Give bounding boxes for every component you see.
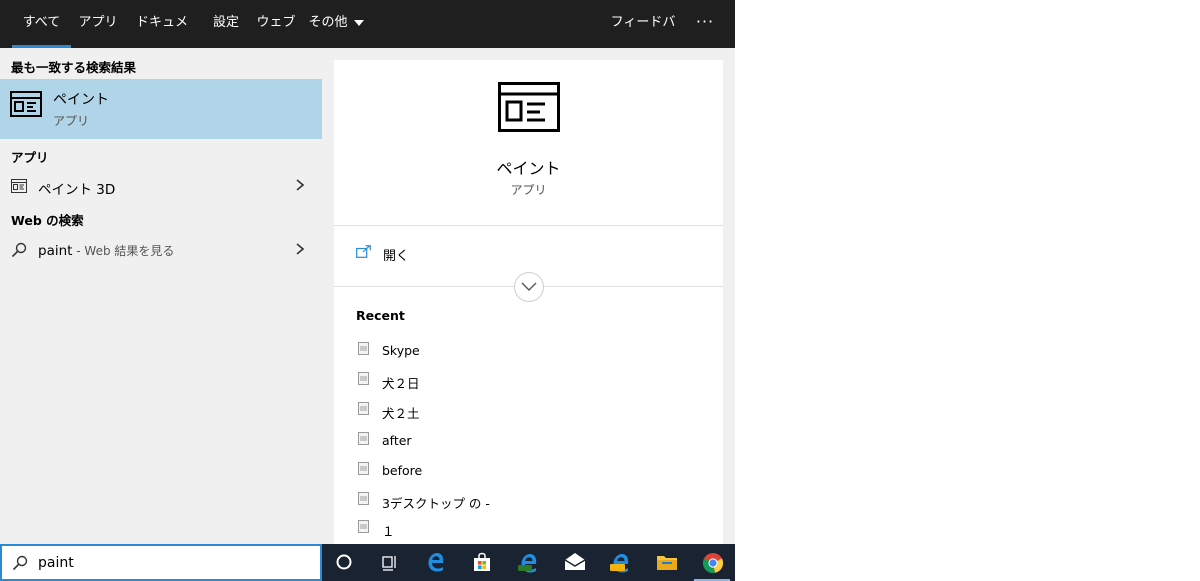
recent-item-label: after — [382, 433, 412, 448]
image-file-icon — [358, 372, 369, 385]
task-view-icon — [382, 556, 396, 571]
open-external-icon — [356, 245, 371, 258]
recent-item[interactable]: 犬２土 — [334, 398, 723, 426]
best-match-item[interactable]: ペイント アプリ — [0, 79, 322, 139]
recent-item-label: 犬２土 — [382, 406, 420, 421]
recent-item-label: １ — [382, 524, 395, 539]
tab-documents[interactable]: ドキュメント — [130, 0, 194, 76]
file-explorer-taskbar-button[interactable] — [644, 544, 688, 581]
tab-web[interactable]: ウェブ — [255, 0, 297, 48]
best-match-subtitle: アプリ — [53, 114, 90, 128]
apps-heading: アプリ — [11, 150, 49, 165]
best-match-title: ペイント — [53, 92, 109, 108]
edge-canary-icon — [610, 554, 629, 573]
divider — [334, 225, 723, 226]
preview-title: ペイント — [496, 159, 561, 178]
image-file-icon — [358, 402, 369, 415]
taskbar — [322, 544, 735, 581]
edge-taskbar-button[interactable] — [414, 544, 458, 581]
recent-item[interactable]: before — [334, 458, 723, 486]
search-input[interactable] — [38, 552, 308, 574]
recent-item-label: Skype — [382, 343, 420, 358]
chevron-right-icon — [296, 179, 304, 191]
image-file-icon — [358, 520, 369, 533]
web-result-paint[interactable]: paint - Web 結果を見る — [0, 235, 322, 265]
store-taskbar-button[interactable] — [460, 544, 504, 581]
app-result-paint3d[interactable]: ペイント 3D — [0, 171, 322, 201]
cortana-button[interactable] — [322, 544, 366, 581]
web-result-suffix: - Web 結果を見る — [72, 244, 175, 258]
more-options-button[interactable]: ··· — [690, 0, 720, 48]
recent-item[interactable]: Skype — [334, 338, 723, 366]
open-action[interactable]: 開く — [334, 236, 723, 270]
results-pane: 最も一致する検索結果 ペイント アプリ アプリ ペイント 3D Web の検索 … — [0, 48, 322, 544]
image-file-icon — [358, 432, 369, 445]
edge-dev-taskbar-button[interactable] — [506, 544, 550, 581]
tab-more-filters[interactable]: その他 — [306, 0, 366, 48]
cortana-icon — [336, 554, 352, 570]
image-file-icon — [358, 462, 369, 475]
edge-icon — [428, 553, 444, 572]
recent-item[interactable]: １ — [334, 516, 723, 544]
search-icon — [12, 555, 28, 571]
mail-taskbar-button[interactable] — [552, 544, 596, 581]
web-query: paint — [38, 243, 73, 259]
tab-apps[interactable]: アプリ — [77, 0, 119, 48]
top-nav: すべて アプリ ドキュメント 設定 ウェブ その他 フィードバック ··· — [0, 0, 735, 76]
task-view-button[interactable] — [368, 544, 412, 581]
chrome-taskbar-button[interactable] — [690, 544, 734, 581]
recent-item-label: 3デスクトップ の - — [382, 496, 490, 511]
best-match-heading: 最も一致する検索結果 — [11, 60, 137, 75]
image-file-icon — [358, 342, 369, 355]
recent-item[interactable]: 3デスクトップ の - — [334, 488, 723, 516]
paint3d-icon — [11, 179, 27, 193]
web-search-heading: Web の検索 — [11, 213, 84, 228]
recent-item[interactable]: 犬２日 — [334, 368, 723, 396]
tab-settings[interactable]: 設定 — [206, 0, 246, 48]
search-window: すべて アプリ ドキュメント 設定 ウェブ その他 フィードバック ··· 最も… — [0, 0, 735, 544]
image-file-icon — [358, 492, 369, 505]
chrome-icon — [702, 553, 724, 574]
app-result-label: ペイント 3D — [38, 182, 116, 198]
recent-item-label: 犬２日 — [382, 376, 420, 391]
chevron-right-icon — [296, 243, 304, 255]
paint-app-icon-large — [498, 82, 560, 132]
tab-more-label: その他 — [308, 15, 348, 30]
recent-item-label: before — [382, 463, 423, 478]
recent-item[interactable]: after — [334, 428, 723, 456]
paint-app-icon — [10, 91, 42, 117]
store-icon — [474, 552, 490, 571]
expand-button[interactable] — [514, 272, 544, 302]
edge-canary-taskbar-button[interactable] — [598, 544, 642, 581]
preview-pane: ペイント アプリ 開く Recent Skype 犬２日 犬２土 after b… — [334, 60, 723, 544]
mail-icon — [564, 553, 586, 570]
preview-subtitle: アプリ — [510, 183, 547, 197]
file-explorer-icon — [657, 556, 677, 570]
search-box[interactable] — [0, 544, 322, 581]
open-label: 開く — [383, 249, 410, 264]
recent-heading: Recent — [356, 308, 405, 323]
edge-dev-icon — [518, 554, 537, 573]
tab-all[interactable]: すべて — [12, 0, 71, 48]
caret-down-icon — [353, 19, 364, 26]
web-result-label: paint - Web 結果を見る — [38, 242, 174, 259]
feedback-link[interactable]: フィードバック — [606, 0, 680, 76]
search-icon — [11, 242, 27, 258]
chevron-down-icon — [521, 282, 537, 291]
